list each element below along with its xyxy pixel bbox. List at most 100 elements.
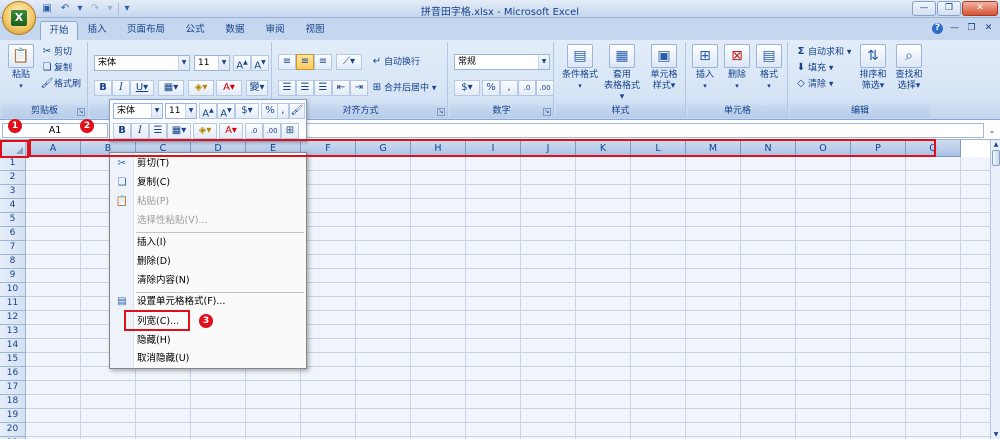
tab-review[interactable]: 审阅 — [260, 21, 290, 40]
bold-button[interactable]: B — [94, 80, 112, 96]
mini-merge-button[interactable]: ⊞ — [281, 123, 299, 139]
font-color-button[interactable]: A▾ — [216, 80, 242, 96]
merge-center-button[interactable]: ⊞ 合并后居中 ▾ — [370, 81, 437, 95]
percent-button[interactable]: % — [482, 80, 500, 96]
mini-decrease-decimal-button[interactable]: .00 — [263, 123, 281, 139]
format-cells-button[interactable]: ▤ 格式 ▾ — [754, 44, 784, 92]
row-header[interactable]: 4 — [0, 199, 26, 213]
minimize-button[interactable]: — — [912, 1, 936, 16]
fill-color-button[interactable]: ◈▾ — [188, 80, 214, 96]
row-header[interactable]: 6 — [0, 227, 26, 241]
phonetic-button[interactable]: 變▾ — [246, 80, 268, 96]
close-button[interactable]: ✕ — [962, 1, 998, 16]
tab-data[interactable]: 数据 — [220, 21, 250, 40]
menu-item-paste-special[interactable]: 选择性粘贴(V)... — [110, 212, 306, 230]
accounting-format-button[interactable]: $▾ — [454, 80, 480, 96]
mini-increase-decimal-button[interactable]: .0 — [245, 123, 263, 139]
doc-minimize-icon[interactable]: — — [949, 23, 960, 34]
doc-restore-icon[interactable]: ❐ — [966, 23, 977, 34]
wrap-text-button[interactable]: ↵ 自动换行 — [370, 55, 420, 69]
tab-insert[interactable]: 插入 — [82, 21, 112, 40]
autosum-button[interactable]: Σ 自动求和 ▾ — [794, 45, 852, 59]
row-header[interactable]: 3 — [0, 185, 26, 199]
menu-item-delete[interactable]: 删除(D) — [110, 253, 306, 271]
scroll-up-icon[interactable]: ▲ — [991, 140, 1000, 149]
clear-button[interactable]: ◇ 清除 ▾ — [794, 77, 833, 91]
cell-styles-button[interactable]: ▣ 单元格 样式▾ — [644, 44, 684, 92]
row-header[interactable]: 1 — [0, 157, 26, 171]
row-header[interactable]: 5 — [0, 213, 26, 227]
alignment-launcher-icon[interactable]: ↘ — [437, 108, 445, 116]
menu-item-insert[interactable]: 插入(I) — [110, 234, 306, 252]
mini-comma-button[interactable]: , — [277, 103, 289, 119]
row-header[interactable]: 8 — [0, 255, 26, 269]
align-center-button[interactable]: ☰ — [296, 80, 314, 96]
underline-button[interactable]: U▾ — [130, 80, 154, 96]
mini-borders-button[interactable]: ▦▾ — [167, 123, 191, 139]
menu-item-cut[interactable]: ✂ 剪切(T) — [110, 155, 306, 173]
number-format-combo[interactable]: 常规 ▼ — [454, 54, 550, 70]
italic-button[interactable]: I — [112, 80, 130, 96]
comma-button[interactable]: , — [500, 80, 518, 96]
insert-cells-button[interactable]: ⊞ 插入 ▾ — [690, 44, 720, 92]
mini-center-button[interactable]: ☰ — [149, 123, 167, 139]
increase-indent-button[interactable]: ⇥ — [350, 80, 368, 96]
expand-formula-bar-icon[interactable]: ⌄ — [986, 123, 998, 138]
mini-grow-font-button[interactable]: A▲ — [199, 103, 217, 119]
row-header[interactable]: 20 — [0, 423, 26, 437]
align-left-button[interactable]: ☰ — [278, 80, 296, 96]
delete-cells-button[interactable]: ⊠ 删除 ▾ — [722, 44, 752, 92]
cut-button[interactable]: ✂ 剪切 — [40, 45, 72, 59]
row-header[interactable]: 2 — [0, 171, 26, 185]
number-launcher-icon[interactable]: ↘ — [543, 108, 551, 116]
mini-bold-button[interactable]: B — [113, 123, 131, 139]
row-header[interactable]: 9 — [0, 269, 26, 283]
decrease-decimal-button[interactable]: .00 — [536, 80, 554, 96]
align-right-button[interactable]: ☰ — [314, 80, 332, 96]
clipboard-launcher-icon[interactable]: ↘ — [77, 108, 85, 116]
tab-page-layout[interactable]: 页面布局 — [120, 21, 172, 40]
office-button[interactable]: X — [2, 1, 36, 35]
menu-item-unhide[interactable]: 取消隐藏(U) — [110, 350, 306, 368]
menu-item-paste[interactable]: 📋 粘贴(P) — [110, 193, 306, 211]
mini-italic-button[interactable]: I — [131, 123, 149, 139]
fill-button[interactable]: ⬇ 填充 ▾ — [794, 61, 834, 75]
tab-home[interactable]: 开始 — [40, 21, 78, 40]
row-header[interactable]: 10 — [0, 283, 26, 297]
mini-fill-color-button[interactable]: ◈▾ — [193, 123, 217, 139]
scroll-thumb[interactable] — [992, 150, 1000, 166]
menu-item-hide[interactable]: 隐藏(H) — [110, 332, 306, 350]
row-header[interactable]: 11 — [0, 297, 26, 311]
font-size-combo[interactable]: 11 ▼ — [194, 55, 230, 71]
conditional-format-button[interactable]: ▤ 条件格式 ▾ — [560, 44, 600, 92]
format-painter-button[interactable]: 🖌格式刷 — [40, 77, 81, 91]
vertical-scrollbar[interactable]: ▲ ▼ — [990, 140, 1000, 439]
decrease-indent-button[interactable]: ⇤ — [332, 80, 350, 96]
copy-button[interactable]: ❏ 复制 — [40, 61, 73, 75]
format-as-table-button[interactable]: ▦ 套用 表格格式▾ — [602, 44, 642, 103]
row-header[interactable]: 7 — [0, 241, 26, 255]
help-icon[interactable]: ? — [932, 23, 943, 34]
borders-button[interactable]: ▦▾ — [158, 80, 184, 96]
sort-filter-button[interactable]: ⇅ 排序和 筛选▾ — [856, 44, 890, 92]
align-middle-button[interactable]: ≡ — [296, 54, 314, 70]
row-header[interactable]: 16 — [0, 367, 26, 381]
mini-font-combo[interactable]: 宋体 ▼ — [113, 103, 163, 119]
shrink-font-button[interactable]: A▼ — [251, 55, 269, 71]
row-header[interactable]: 15 — [0, 353, 26, 367]
mini-font-color-button[interactable]: A▾ — [219, 123, 243, 139]
find-select-button[interactable]: ⌕ 查找和 选择▾ — [892, 44, 926, 92]
menu-item-format-cells[interactable]: ▤ 设置单元格格式(F)... — [110, 293, 306, 311]
orientation-button[interactable]: ⟋▾ — [336, 54, 362, 70]
mini-size-combo[interactable]: 11 ▼ — [165, 103, 197, 119]
mini-shrink-font-button[interactable]: A▼ — [217, 103, 235, 119]
row-header[interactable]: 12 — [0, 311, 26, 325]
row-header[interactable]: 13 — [0, 325, 26, 339]
doc-close-icon[interactable]: ✕ — [983, 23, 994, 34]
row-header[interactable]: 14 — [0, 339, 26, 353]
menu-item-copy[interactable]: ❏ 复制(C) — [110, 174, 306, 192]
align-bottom-button[interactable]: ≡ — [314, 54, 332, 70]
formula-input[interactable] — [250, 123, 984, 138]
paste-button[interactable]: 📋 粘贴 ▾ — [6, 44, 36, 92]
maximize-button[interactable]: ❐ — [937, 1, 961, 16]
